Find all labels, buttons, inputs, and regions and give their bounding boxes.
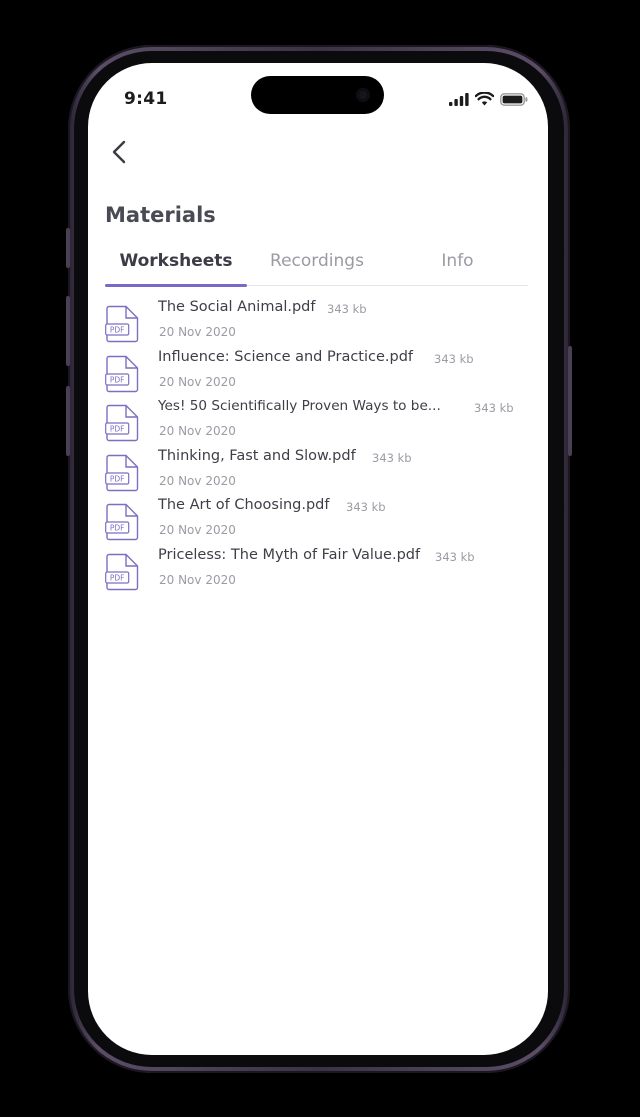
file-name: The Art of Choosing.pdf (158, 497, 330, 514)
file-list: PDF The Social Animal.pdf 343 kb 20 Nov … (105, 299, 535, 597)
pdf-file-icon: PDF (105, 355, 139, 392)
file-date: 20 Nov 2020 (159, 424, 236, 439)
file-size: 343 kb (346, 500, 386, 515)
pdf-file-icon: PDF (105, 305, 139, 343)
pdf-label: PDF (110, 474, 125, 483)
pdf-file-icon: PDF (105, 404, 139, 442)
file-name: Influence: Science and Practice.pdf (158, 348, 414, 365)
power-button (568, 346, 572, 456)
wifi-icon (475, 92, 494, 106)
list-item[interactable]: PDF Yes! 50 Scientifically Proven Ways t… (105, 398, 535, 448)
back-button[interactable] (106, 139, 132, 165)
file-name: The Social Animal.pdf (158, 299, 316, 315)
list-item[interactable]: PDF Priceless: The Myth of Fair Value.pd… (105, 547, 535, 597)
file-date: 20 Nov 2020 (159, 374, 236, 389)
active-tab-indicator (105, 284, 247, 287)
file-name: Thinking, Fast and Slow.pdf (158, 447, 356, 464)
file-date: 20 Nov 2020 (159, 325, 236, 339)
tab-recordings[interactable]: Recordings (247, 251, 387, 279)
file-name: Yes! 50 Scientifically Proven Ways to be… (158, 398, 441, 415)
app-screen: 9:41 Materials Worksheets Recordings Inf… (88, 63, 548, 1055)
pdf-file-icon: PDF (105, 504, 139, 541)
list-item[interactable]: PDF The Art of Choosing.pdf 343 kb 20 No… (105, 497, 535, 547)
file-size: 343 kb (372, 450, 412, 465)
tab-info[interactable]: Info (387, 251, 528, 279)
list-item[interactable]: PDF Influence: Science and Practice.pdf … (105, 349, 535, 399)
pdf-label: PDF (110, 375, 125, 384)
volume-up-button (66, 296, 70, 366)
page-title: Materials (105, 203, 216, 227)
signal-icon (449, 92, 469, 106)
pdf-label: PDF (110, 524, 125, 533)
pdf-label: PDF (110, 424, 125, 433)
action-button (66, 228, 70, 268)
status-time: 9:41 (124, 89, 168, 109)
list-item[interactable]: PDF Thinking, Fast and Slow.pdf 343 kb 2… (105, 448, 535, 498)
status-icons (449, 91, 528, 107)
camera-icon (356, 88, 370, 102)
file-size: 343 kb (435, 549, 475, 564)
file-name: Priceless: The Myth of Fair Value.pdf (158, 546, 421, 563)
dynamic-island (251, 76, 384, 114)
file-date: 20 Nov 2020 (159, 572, 236, 587)
pdf-label: PDF (110, 573, 125, 582)
tab-worksheets[interactable]: Worksheets (105, 251, 247, 279)
pdf-file-icon: PDF (105, 454, 139, 491)
file-date: 20 Nov 2020 (159, 473, 236, 488)
file-size: 343 kb (434, 351, 474, 366)
file-size: 343 kb (474, 401, 514, 416)
tab-bar: Worksheets Recordings Info (105, 247, 528, 287)
file-date: 20 Nov 2020 (159, 523, 236, 538)
volume-down-button (66, 386, 70, 456)
battery-icon (500, 92, 528, 106)
chevron-left-icon (112, 140, 126, 164)
pdf-file-icon: PDF (105, 553, 139, 591)
file-size: 343 kb (327, 302, 367, 316)
list-item[interactable]: PDF The Social Animal.pdf 343 kb 20 Nov … (105, 299, 535, 349)
pdf-label: PDF (110, 325, 125, 334)
